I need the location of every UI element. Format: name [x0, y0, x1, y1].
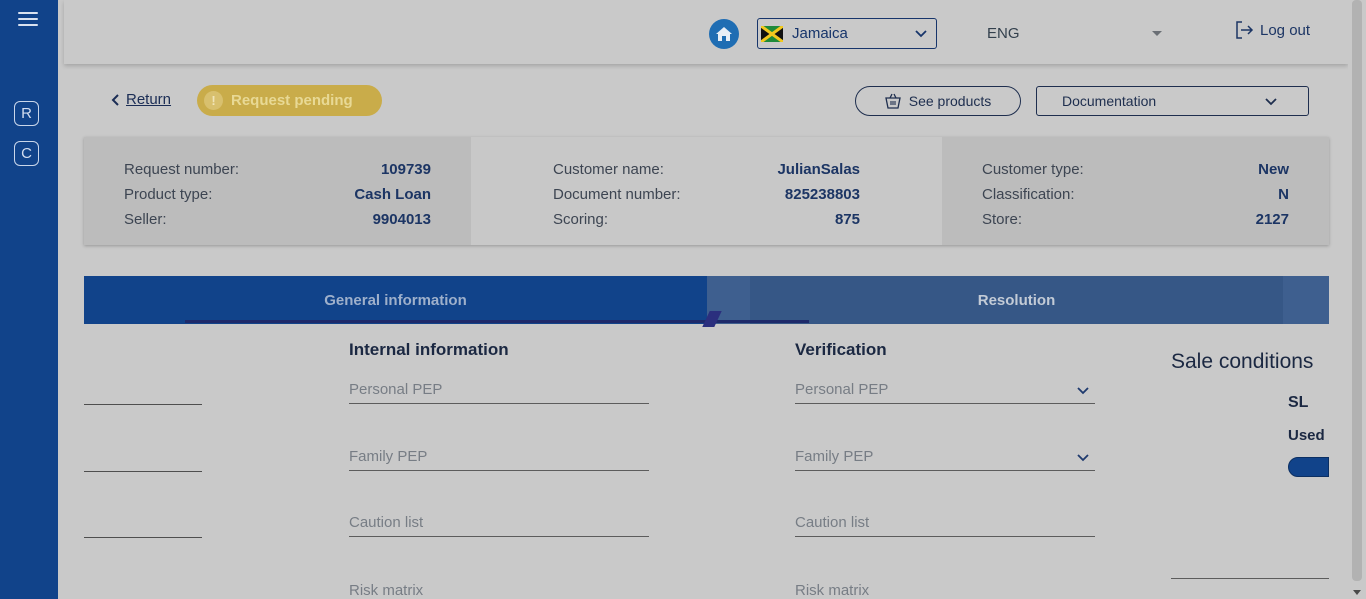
return-label: Return: [126, 91, 172, 108]
sale-field-underline: [1171, 578, 1329, 579]
summary-label: Seller:: [124, 211, 167, 228]
tab-resolution[interactable]: Resolution: [707, 276, 1329, 324]
see-products-label: See products: [908, 93, 992, 109]
summary-row: Classification: N: [942, 182, 1329, 207]
verification-family-pep-select[interactable]: Family PEP: [795, 445, 1095, 471]
summary-label: Scoring:: [553, 211, 609, 228]
used-toggle[interactable]: [1288, 457, 1329, 477]
blank-field[interactable]: [84, 404, 202, 405]
chevron-down-icon: [1077, 454, 1089, 462]
summary-column-classification: Customer type: New Classification: N Store…: [942, 137, 1329, 245]
hamburger-menu-icon[interactable]: [18, 12, 38, 28]
summary-row: Product type: Cash Loan: [84, 182, 471, 207]
country-select[interactable]: Jamaica: [757, 18, 937, 49]
customer-type-value: New: [1258, 161, 1289, 178]
chevron-down-icon: [915, 30, 927, 38]
return-link[interactable]: Return: [110, 91, 171, 108]
status-label: Request pending: [231, 92, 353, 109]
summary-row: Customer name: JulianSalas: [471, 157, 942, 182]
internal-personal-pep-field[interactable]: Personal PEP: [349, 378, 649, 404]
logout-icon: [1236, 21, 1254, 39]
see-products-button[interactable]: See products: [855, 86, 1021, 116]
sale-used-label: Used: [1288, 427, 1325, 444]
sale-sl-label: SL: [1288, 394, 1309, 411]
summary-row: Scoring: 875: [471, 207, 942, 232]
blank-field[interactable]: [84, 537, 202, 538]
documentation-select-value: Documentation: [1062, 93, 1157, 109]
tab-resolution-label: Resolution: [750, 276, 1283, 324]
language-select-value: ENG: [987, 24, 1020, 42]
scroll-down-arrow-icon[interactable]: [1353, 590, 1361, 595]
topbar: Jamaica ENG Log out: [64, 0, 1348, 64]
summary-label: Store:: [982, 211, 1023, 228]
logout-button[interactable]: Log out: [1234, 20, 1310, 40]
home-icon: [716, 27, 732, 41]
verification-risk-matrix-field[interactable]: Risk matrix: [795, 578, 1095, 599]
language-select[interactable]: ENG: [987, 20, 1167, 46]
basket-icon: [884, 93, 901, 109]
chevron-down-icon: [1265, 98, 1277, 106]
chevron-down-icon: [1077, 387, 1089, 395]
documentation-select[interactable]: Documentation: [1036, 86, 1309, 116]
verification-personal-pep-select[interactable]: Personal PEP: [795, 378, 1095, 404]
tab-general-information[interactable]: General information: [84, 276, 707, 324]
scoring-value: 875: [834, 211, 860, 228]
summary-label: Customer type:: [982, 161, 1084, 178]
request-number-value: 109739: [380, 161, 431, 178]
store-value: 2127: [1255, 211, 1289, 228]
caret-down-icon: [1152, 31, 1162, 36]
request-summary-card: Request number: 109739 Product type: Cash …: [84, 137, 1329, 245]
internal-information-title: Internal information: [349, 340, 509, 359]
sidebar-badge-c[interactable]: C: [14, 141, 39, 166]
internal-caution-list-field[interactable]: Caution list: [349, 511, 649, 537]
home-button[interactable]: [709, 19, 739, 49]
verification-title: Verification: [795, 340, 887, 359]
summary-column-request: Request number: 109739 Product type: Cash …: [84, 137, 471, 245]
internal-family-pep-field[interactable]: Family PEP: [349, 445, 649, 471]
page-scrollbar[interactable]: [1348, 0, 1366, 599]
summary-label: Customer name:: [553, 161, 664, 178]
summary-label: Classification:: [982, 186, 1075, 203]
country-select-value: Jamaica: [792, 25, 848, 42]
document-number-value: 825238803: [784, 186, 860, 203]
summary-row: Seller: 9904013: [84, 207, 471, 232]
classification-value: N: [1278, 186, 1289, 203]
status-badge: ! Request pending: [197, 85, 382, 116]
summary-label: Document number:: [553, 186, 681, 203]
sidebar-badge-r[interactable]: R: [14, 101, 39, 126]
product-type-value: Cash Loan: [354, 186, 431, 203]
scrollbar-thumb[interactable]: [1352, 0, 1362, 581]
internal-risk-matrix-field[interactable]: Risk matrix: [349, 578, 649, 599]
chevron-left-icon: [111, 93, 119, 106]
verification-family-pep-label: Family PEP: [795, 448, 874, 465]
logout-label: Log out: [1260, 21, 1311, 39]
sale-conditions-title: Sale conditions: [1171, 350, 1314, 373]
jamaica-flag-icon: [761, 25, 783, 42]
summary-label: Request number:: [124, 161, 240, 178]
sidebar: R C: [0, 0, 58, 599]
summary-row: Store: 2127: [942, 207, 1329, 232]
summary-row: Document number: 825238803: [471, 182, 942, 207]
exclamation-icon: !: [204, 91, 223, 110]
verification-personal-pep-label: Personal PEP: [795, 381, 889, 398]
summary-column-customer: Customer name: JulianSalas Document numbe…: [471, 137, 942, 245]
verification-caution-list-field[interactable]: Caution list: [795, 511, 1095, 537]
customer-name-value: JulianSalas: [777, 161, 860, 178]
blank-field[interactable]: [84, 471, 202, 472]
summary-row: Request number: 109739: [84, 157, 471, 182]
summary-row: Customer type: New: [942, 157, 1329, 182]
seller-value: 9904013: [372, 211, 431, 228]
summary-label: Product type:: [124, 186, 213, 203]
